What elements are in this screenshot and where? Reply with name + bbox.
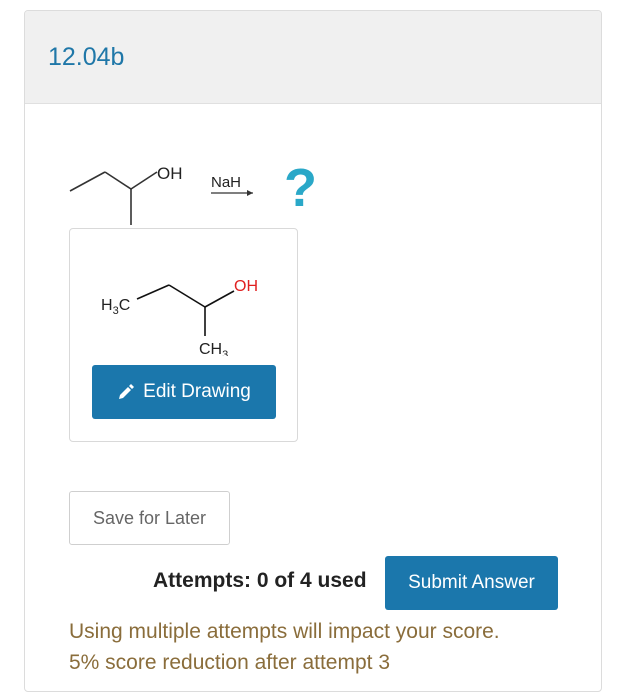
structure-bond — [136, 284, 170, 300]
attempts-counter: Attempts: 0 of 4 used — [153, 569, 367, 592]
reactant-oh-label: OH — [157, 164, 183, 183]
structure-bond — [168, 284, 206, 308]
save-for-later-button[interactable]: Save for Later — [69, 491, 230, 545]
structure-bond — [204, 290, 235, 308]
edit-drawing-label: Edit Drawing — [143, 381, 251, 402]
reactant-bond — [69, 171, 106, 192]
reaction-arrowhead — [247, 190, 253, 196]
ch3-label: CH3 — [199, 341, 228, 356]
attempt-warning: Using multiple attempts will impact your… — [69, 616, 500, 678]
pencil-icon — [119, 384, 135, 399]
warning-line-2: 5% score reduction after attempt 3 — [69, 651, 390, 674]
drawn-structure: H3C OH CH3 — [101, 278, 258, 356]
card-header: 12.04b — [25, 11, 601, 104]
unknown-product-mark: ? — [284, 158, 317, 218]
submit-answer-button[interactable]: Submit Answer — [385, 556, 558, 610]
warning-line-1: Using multiple attempts will impact your… — [69, 620, 500, 643]
reaction-scheme: OH NaH ? — [69, 158, 317, 225]
reagent-label: NaH — [211, 174, 241, 191]
question-card: 12.04b OH NaH ? H3C OH CH3 Edit Drawing … — [24, 10, 602, 692]
answer-drawing-box: H3C OH CH3 Edit Drawing — [69, 228, 298, 442]
question-id: 12.04b — [48, 43, 125, 71]
edit-drawing-button[interactable]: Edit Drawing — [92, 365, 276, 419]
reactant-bond — [130, 171, 158, 190]
reactant-bond — [104, 171, 132, 190]
h3c-label: H3C — [101, 297, 130, 317]
hydroxyl-label: OH — [234, 278, 258, 295]
